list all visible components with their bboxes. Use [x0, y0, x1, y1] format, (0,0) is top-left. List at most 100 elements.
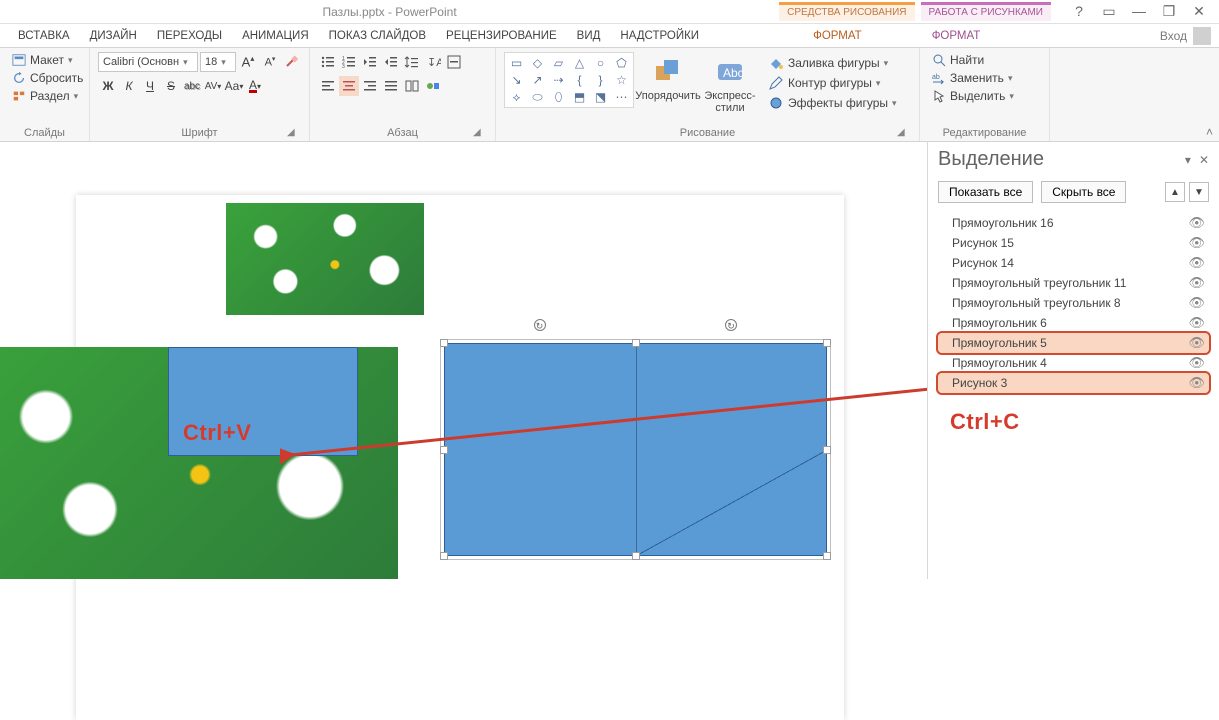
- move-down-button[interactable]: ▼: [1189, 182, 1209, 202]
- tab-format-picture[interactable]: ФОРМАТ: [922, 24, 991, 48]
- selection-item[interactable]: Прямоугольник 16👁: [938, 213, 1209, 233]
- tab-insert[interactable]: ВСТАВКА: [8, 24, 80, 48]
- selected-shapes[interactable]: [444, 343, 827, 556]
- grow-font-icon[interactable]: A▴: [238, 52, 258, 72]
- visibility-toggle-icon[interactable]: 👁: [1188, 255, 1205, 271]
- replace-button[interactable]: ab Заменить▾: [928, 70, 1018, 86]
- line-spacing-icon[interactable]: [402, 52, 422, 72]
- svg-text:ab: ab: [932, 74, 940, 81]
- tab-view[interactable]: ВИД: [567, 24, 611, 48]
- clear-format-icon[interactable]: [282, 52, 302, 72]
- selection-item[interactable]: Прямоугольник 4👁: [938, 353, 1209, 373]
- layout-button[interactable]: Макет▾: [8, 52, 87, 68]
- shape-fill-button[interactable]: Заливка фигуры▾: [764, 54, 901, 72]
- help-icon[interactable]: ?: [1071, 3, 1087, 20]
- visibility-toggle-icon[interactable]: 👁: [1188, 215, 1205, 231]
- resize-handle[interactable]: [823, 446, 831, 454]
- visibility-toggle-icon[interactable]: 👁: [1188, 315, 1205, 331]
- convert-smartart-icon[interactable]: [423, 76, 443, 96]
- text-direction-icon[interactable]: ↧A: [423, 52, 443, 72]
- font-size-combo[interactable]: 18▾: [200, 52, 236, 72]
- tab-review[interactable]: РЕЦЕНЗИРОВАНИЕ: [436, 24, 567, 48]
- rotate-handle[interactable]: [725, 319, 737, 331]
- visibility-toggle-icon[interactable]: 👁: [1188, 275, 1205, 291]
- show-all-button[interactable]: Показать все: [938, 181, 1033, 203]
- resize-handle[interactable]: [440, 552, 448, 560]
- select-button[interactable]: Выделить▾: [928, 88, 1018, 104]
- font-dialog-launcher-icon[interactable]: ◢: [287, 127, 299, 139]
- bullets-icon[interactable]: [318, 52, 338, 72]
- tab-slideshow[interactable]: ПОКАЗ СЛАЙДОВ: [319, 24, 436, 48]
- tab-design[interactable]: ДИЗАЙН: [80, 24, 147, 48]
- visibility-toggle-icon[interactable]: 👁: [1188, 355, 1205, 371]
- quick-styles-button[interactable]: Abc Экспресс-стили: [702, 52, 758, 118]
- rotate-handle[interactable]: [534, 319, 546, 331]
- resize-handle[interactable]: [440, 446, 448, 454]
- section-button[interactable]: Раздел▾: [8, 88, 87, 104]
- shrink-font-icon[interactable]: A▾: [260, 52, 280, 72]
- resize-handle[interactable]: [823, 339, 831, 347]
- text-shadow-button[interactable]: abc: [182, 76, 202, 96]
- italic-button[interactable]: К: [119, 76, 139, 96]
- align-text-vert-icon[interactable]: [444, 52, 464, 72]
- tab-addins[interactable]: НАДСТРОЙКИ: [610, 24, 709, 48]
- resize-handle[interactable]: [632, 339, 640, 347]
- move-up-button[interactable]: ▲: [1165, 182, 1185, 202]
- tab-format-drawing[interactable]: ФОРМАТ: [803, 24, 872, 48]
- tab-transitions[interactable]: ПЕРЕХОДЫ: [147, 24, 232, 48]
- underline-button[interactable]: Ч: [140, 76, 160, 96]
- pane-menu-icon[interactable]: ▾: [1185, 153, 1191, 167]
- selection-item[interactable]: Прямоугольный треугольник 8👁: [938, 293, 1209, 313]
- decrease-indent-icon[interactable]: [360, 52, 380, 72]
- columns-icon[interactable]: [402, 76, 422, 96]
- selection-item[interactable]: Прямоугольник 5👁: [938, 333, 1209, 353]
- context-tab-picture[interactable]: РАБОТА С РИСУНКАМИ: [921, 2, 1051, 21]
- resize-handle[interactable]: [440, 339, 448, 347]
- visibility-toggle-icon[interactable]: 👁: [1188, 235, 1205, 251]
- slide-canvas[interactable]: Ctrl+V: [0, 142, 927, 579]
- selection-item[interactable]: Рисунок 3👁: [938, 373, 1209, 393]
- shape-outline-button[interactable]: Контур фигуры▾: [764, 74, 901, 92]
- selection-item[interactable]: Прямоугольник 6👁: [938, 313, 1209, 333]
- strike-button[interactable]: S: [161, 76, 181, 96]
- font-face-combo[interactable]: Calibri (Основн▾: [98, 52, 198, 72]
- selection-item[interactable]: Рисунок 15👁: [938, 233, 1209, 253]
- collapse-ribbon-icon[interactable]: ˄: [1206, 125, 1213, 139]
- selection-item[interactable]: Рисунок 14 👁: [938, 253, 1209, 273]
- ribbon-options-icon[interactable]: ▭: [1101, 3, 1117, 20]
- numbering-icon[interactable]: 123: [339, 52, 359, 72]
- shapes-gallery[interactable]: ▭◇▱△○⬠ ↘↗⇢{}☆ ⟡⬭⬯⬒⬔⋯: [504, 52, 634, 108]
- pane-close-icon[interactable]: ✕: [1199, 153, 1209, 167]
- selection-item[interactable]: Прямоугольный треугольник 11👁: [938, 273, 1209, 293]
- restore-icon[interactable]: ❐: [1161, 3, 1177, 20]
- resize-handle[interactable]: [632, 552, 640, 560]
- para-dialog-launcher-icon[interactable]: ◢: [473, 127, 485, 139]
- selection-item-label: Рисунок 14: [952, 256, 1014, 270]
- close-icon[interactable]: ✕: [1191, 3, 1207, 20]
- context-tab-drawing[interactable]: СРЕДСТВА РИСОВАНИЯ: [779, 2, 914, 21]
- shape-effects-button[interactable]: Эффекты фигуры▾: [764, 94, 901, 112]
- change-case-button[interactable]: Aa▾: [224, 76, 244, 96]
- visibility-toggle-icon[interactable]: 👁: [1188, 295, 1205, 311]
- bold-button[interactable]: Ж: [98, 76, 118, 96]
- find-button[interactable]: Найти: [928, 52, 1018, 68]
- visibility-toggle-icon[interactable]: 👁: [1188, 335, 1205, 351]
- hide-all-button[interactable]: Скрыть все: [1041, 181, 1126, 203]
- increase-indent-icon[interactable]: [381, 52, 401, 72]
- arrange-button[interactable]: Упорядочить: [640, 52, 696, 106]
- visibility-toggle-icon[interactable]: 👁: [1188, 375, 1205, 391]
- char-spacing-button[interactable]: AV▾: [203, 76, 223, 96]
- align-center-icon[interactable]: [339, 76, 359, 96]
- resize-handle[interactable]: [823, 552, 831, 560]
- drawing-dialog-launcher-icon[interactable]: ◢: [897, 127, 909, 139]
- avatar-icon[interactable]: [1193, 27, 1211, 45]
- font-color-button[interactable]: A▾: [245, 76, 265, 96]
- sign-in[interactable]: Вход: [1160, 29, 1187, 43]
- align-right-icon[interactable]: [360, 76, 380, 96]
- align-left-icon[interactable]: [318, 76, 338, 96]
- tab-animations[interactable]: АНИМАЦИЯ: [232, 24, 319, 48]
- minimize-icon[interactable]: —: [1131, 3, 1147, 20]
- picture-top[interactable]: [226, 203, 424, 315]
- justify-icon[interactable]: [381, 76, 401, 96]
- reset-button[interactable]: Сбросить: [8, 70, 87, 86]
